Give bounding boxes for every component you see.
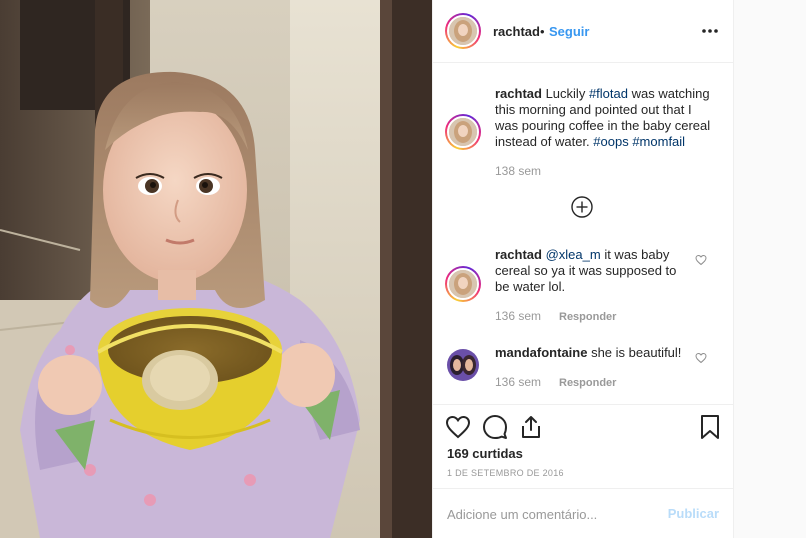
- add-comment-bar: Publicar: [433, 488, 733, 538]
- share-icon[interactable]: [518, 414, 544, 440]
- post-header: rachtad • Seguir: [433, 0, 733, 63]
- comment-text: rachtad @xlea_m it was baby cereal so ya…: [495, 247, 679, 295]
- comment-icon[interactable]: [482, 414, 508, 440]
- post-date[interactable]: 1 DE SETEMBRO DE 2016: [447, 468, 564, 478]
- bookmark-icon[interactable]: [697, 414, 723, 440]
- photo-illustration: [0, 0, 432, 538]
- caption-text-part: Luckily: [541, 86, 589, 101]
- caption-time[interactable]: 138 sem: [495, 164, 541, 178]
- caption-avatar[interactable]: [445, 114, 481, 150]
- hashtag-flotad[interactable]: #flotad: [589, 86, 628, 101]
- comment-avatar-mandafontaine[interactable]: [447, 349, 479, 381]
- plus-circle-icon[interactable]: [570, 195, 594, 219]
- author-avatar[interactable]: [445, 13, 481, 49]
- publish-button[interactable]: Publicar: [668, 506, 719, 521]
- avatar-image: [449, 118, 477, 146]
- likes-count[interactable]: 169 curtidas: [447, 446, 523, 461]
- caption-text: rachtad Luckily #flotad was watching thi…: [495, 86, 715, 150]
- comment-input[interactable]: [447, 503, 657, 525]
- avatar-image: [447, 349, 479, 381]
- comment-like-heart-icon[interactable]: [695, 352, 707, 364]
- comment-body: she is beautiful!: [587, 345, 682, 360]
- author-username[interactable]: rachtad: [493, 24, 540, 39]
- avatar-image: [449, 17, 477, 45]
- comment-username[interactable]: mandafontaine: [495, 345, 587, 360]
- page-background: [734, 0, 806, 538]
- heart-icon[interactable]: [445, 414, 471, 440]
- comment-avatar[interactable]: [445, 266, 481, 302]
- more-options-icon[interactable]: [701, 22, 719, 40]
- mention-link[interactable]: @xlea_m: [546, 247, 601, 262]
- reply-button[interactable]: Responder: [559, 377, 616, 389]
- avatar-image: [449, 270, 477, 298]
- post-actions: 169 curtidas 1 DE SETEMBRO DE 2016: [433, 404, 733, 488]
- reply-button[interactable]: Responder: [559, 311, 616, 323]
- follow-button[interactable]: Seguir: [549, 24, 589, 39]
- hashtag-momfail[interactable]: #momfail: [632, 134, 685, 149]
- caption-username[interactable]: rachtad: [495, 86, 542, 101]
- comments-section: rachtad Luckily #flotad was watching thi…: [433, 64, 733, 404]
- post-side-panel: rachtad • Seguir rachtad Luckily #flotad…: [432, 0, 734, 538]
- comment-time[interactable]: 136 sem: [495, 309, 541, 323]
- post-photo[interactable]: [0, 0, 432, 538]
- comment-text: mandafontaine she is beautiful!: [495, 345, 685, 361]
- hashtag-oops[interactable]: #oops: [593, 134, 628, 149]
- comment-username[interactable]: rachtad: [495, 247, 542, 262]
- separator-dot: •: [540, 24, 545, 39]
- comment-time[interactable]: 136 sem: [495, 375, 541, 389]
- comment-like-heart-icon[interactable]: [695, 254, 707, 266]
